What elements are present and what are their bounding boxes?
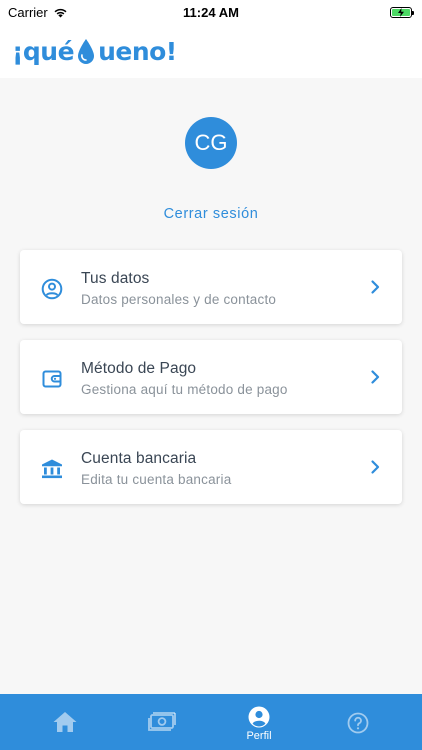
tab-money[interactable] bbox=[147, 694, 177, 750]
tab-perfil[interactable]: Perfil bbox=[236, 694, 282, 750]
menu-card-text: Cuenta bancaria Edita tu cuenta bancaria bbox=[81, 450, 231, 487]
help-icon bbox=[347, 712, 369, 734]
tab-label: Perfil bbox=[246, 730, 272, 742]
menu-card-cuenta-bancaria[interactable]: Cuenta bancaria Edita tu cuenta bancaria bbox=[20, 430, 402, 504]
tab-bar: Perfil bbox=[0, 694, 422, 750]
menu-card-title: Tus datos bbox=[81, 270, 150, 287]
logout-link[interactable]: Cerrar sesión bbox=[0, 206, 422, 222]
carrier-label: Carrier bbox=[8, 4, 48, 20]
brand-logo: ¡qué ueno! bbox=[12, 37, 177, 66]
menu-card-title: Método de Pago bbox=[81, 360, 197, 377]
app-header: ¡qué ueno! bbox=[0, 24, 422, 78]
user-circle-icon bbox=[41, 278, 63, 300]
home-icon bbox=[53, 712, 77, 732]
wifi-icon bbox=[54, 8, 67, 17]
status-left: Carrier bbox=[8, 5, 68, 20]
menu-card-text: Método de Pago Gestiona aquí tu método d… bbox=[81, 360, 288, 397]
water-drop-logo-icon bbox=[78, 39, 95, 64]
tab-help[interactable] bbox=[346, 694, 370, 750]
money-icon bbox=[148, 712, 176, 731]
bank-icon bbox=[42, 459, 62, 479]
wallet-icon bbox=[42, 370, 62, 388]
logo-suffix: ueno! bbox=[98, 36, 177, 66]
menu-card-tus-datos[interactable]: Tus datos Datos personales y de contacto bbox=[20, 250, 402, 324]
menu-card-title: Cuenta bancaria bbox=[81, 450, 197, 467]
avatar: CG bbox=[185, 117, 237, 169]
status-bar: Carrier 11:24 AM bbox=[0, 0, 422, 24]
chevron-right-icon bbox=[371, 370, 380, 384]
tab-home[interactable] bbox=[50, 694, 80, 750]
menu-card-subtitle: Datos personales y de contacto bbox=[81, 292, 277, 307]
chevron-right-icon bbox=[371, 280, 380, 294]
menu-card-metodo-pago[interactable]: Método de Pago Gestiona aquí tu método d… bbox=[20, 340, 402, 414]
chevron-right-icon bbox=[371, 460, 380, 474]
profile-icon bbox=[248, 706, 270, 728]
battery-icon bbox=[390, 6, 414, 18]
menu-card-text: Tus datos Datos personales y de contacto bbox=[81, 270, 276, 307]
menu-card-subtitle: Edita tu cuenta bancaria bbox=[81, 472, 232, 487]
logo-prefix: ¡qué bbox=[12, 36, 75, 66]
menu-card-subtitle: Gestiona aquí tu método de pago bbox=[81, 382, 288, 397]
